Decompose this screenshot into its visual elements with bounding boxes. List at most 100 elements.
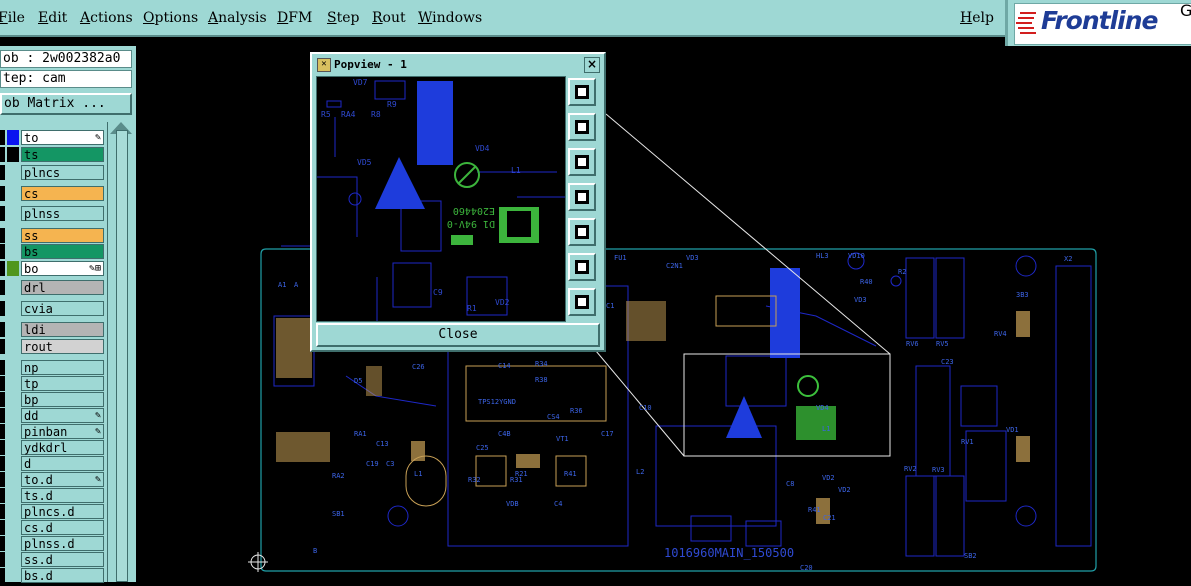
layer-affected-toggle[interactable] (0, 472, 5, 487)
layer-affected-toggle[interactable] (0, 261, 5, 276)
menu-options[interactable]: Options (143, 10, 198, 26)
job-matrix-button[interactable]: ob Matrix ... (0, 93, 132, 115)
layer-affected-toggle[interactable] (0, 408, 5, 423)
menu-windows[interactable]: Windows (418, 10, 482, 26)
pan-left-tool[interactable] (568, 183, 596, 211)
layer-affected-toggle[interactable] (0, 301, 5, 316)
layer-scrollbar[interactable] (107, 122, 135, 582)
menu-actions[interactable]: Actions (80, 10, 133, 26)
graphic-canvas[interactable]: X2 HL3 VD10 R40 R2 VD3 RV6 RV5 RV4 3B3 C23 VD1 RV1 RV… (136, 46, 1191, 582)
layer-name[interactable]: ts.d (21, 488, 104, 503)
pan-right-tool[interactable] (568, 218, 596, 246)
layer-affected-toggle[interactable] (0, 147, 5, 162)
popview-close-button[interactable]: Close (316, 323, 600, 347)
layer-row[interactable]: bo ✎⊞ (0, 261, 104, 276)
layer-row[interactable]: plnss.d (0, 536, 104, 551)
layer-affected-toggle[interactable] (0, 440, 5, 455)
layer-name[interactable]: plncs.d (21, 504, 104, 519)
layer-affected-toggle[interactable] (0, 456, 5, 471)
layer-affected-toggle[interactable] (0, 392, 5, 407)
layer-affected-toggle[interactable] (0, 280, 5, 295)
layer-row[interactable]: ldi (0, 322, 104, 337)
layer-row[interactable]: tp (0, 376, 104, 391)
layer-name[interactable]: ss (21, 228, 104, 243)
menu-analysis[interactable]: Analysis (208, 10, 267, 26)
layer-name[interactable]: pinban ✎ (21, 424, 104, 439)
layer-affected-toggle[interactable] (0, 165, 5, 180)
layer-row[interactable]: to.d ✎ (0, 472, 104, 487)
layer-name[interactable]: tp (21, 376, 104, 391)
layer-affected-toggle[interactable] (0, 130, 5, 145)
layer-row[interactable]: to ✎ (0, 130, 104, 145)
scroll-track[interactable] (116, 130, 128, 582)
layer-name[interactable]: bo ✎⊞ (21, 261, 104, 276)
layer-row[interactable]: ts (0, 147, 104, 162)
layer-row[interactable]: plncs.d (0, 504, 104, 519)
zoom-in-tool[interactable] (568, 253, 596, 281)
layer-name[interactable]: to.d ✎ (21, 472, 104, 487)
layer-row[interactable]: drl (0, 280, 104, 295)
zoom-out-tool[interactable] (568, 288, 596, 316)
layer-row[interactable]: ss (0, 228, 104, 243)
layer-affected-toggle[interactable] (0, 504, 5, 519)
layer-name[interactable]: drl (21, 280, 104, 295)
layer-name[interactable]: cs.d (21, 520, 104, 535)
layer-row[interactable]: ss.d (0, 552, 104, 567)
layer-row[interactable]: ts.d (0, 488, 104, 503)
layer-affected-toggle[interactable] (0, 186, 5, 201)
layer-name[interactable]: plnss.d (21, 536, 104, 551)
layer-name[interactable]: ts (21, 147, 104, 162)
window-menu-icon[interactable]: ✕ (317, 58, 331, 72)
layer-color-swatch[interactable] (7, 147, 19, 162)
layer-name[interactable]: ss.d (21, 552, 104, 567)
layer-affected-toggle[interactable] (0, 322, 5, 337)
layer-color-swatch[interactable] (7, 261, 19, 276)
layer-row[interactable]: rout (0, 339, 104, 354)
layer-row[interactable]: dd ✎ (0, 408, 104, 423)
layer-row[interactable]: cs (0, 186, 104, 201)
layer-row[interactable]: bs (0, 244, 104, 259)
layer-color-swatch[interactable] (7, 130, 19, 145)
layer-row[interactable]: plncs (0, 165, 104, 180)
layer-name[interactable]: plnss (21, 206, 104, 221)
popview-zoom-view[interactable]: E204460 D1 94V-0 VD7 R9 R8 RA4 R5 VD4 VD… (316, 76, 566, 322)
layer-row[interactable]: np (0, 360, 104, 375)
pan-up-tool[interactable] (568, 113, 596, 141)
layer-affected-toggle[interactable] (0, 520, 5, 535)
layer-affected-toggle[interactable] (0, 244, 5, 259)
layer-name[interactable]: np (21, 360, 104, 375)
popview-titlebar[interactable]: ✕ Popview - 1 × (314, 56, 602, 73)
layer-affected-toggle[interactable] (0, 552, 5, 567)
menu-edit[interactable]: Edit (38, 10, 67, 26)
layer-row[interactable]: pinban ✎ (0, 424, 104, 439)
layer-row[interactable]: bp (0, 392, 104, 407)
window-close-icon[interactable]: × (584, 57, 600, 73)
layer-affected-toggle[interactable] (0, 424, 5, 439)
layer-row[interactable]: bs.d (0, 568, 104, 583)
menu-dfm[interactable]: DFM (277, 10, 312, 26)
layer-affected-toggle[interactable] (0, 488, 5, 503)
layer-affected-toggle[interactable] (0, 536, 5, 551)
layer-name[interactable]: plncs (21, 165, 104, 180)
layer-row[interactable]: cs.d (0, 520, 104, 535)
zoom-fit-tool[interactable] (568, 78, 596, 106)
layer-name[interactable]: cs (21, 186, 104, 201)
layer-affected-toggle[interactable] (0, 568, 5, 583)
layer-name[interactable]: bs (21, 244, 104, 259)
layer-name[interactable]: bs.d (21, 568, 104, 583)
layer-name[interactable]: ldi (21, 322, 104, 337)
layer-name[interactable]: ydkdrl (21, 440, 104, 455)
menu-step[interactable]: Step (327, 10, 359, 26)
layer-affected-toggle[interactable] (0, 228, 5, 243)
layer-name[interactable]: dd ✎ (21, 408, 104, 423)
layer-name[interactable]: to ✎ (21, 130, 104, 145)
layer-row[interactable]: plnss (0, 206, 104, 221)
pan-down-tool[interactable] (568, 148, 596, 176)
layer-name[interactable]: d (21, 456, 104, 471)
layer-name[interactable]: bp (21, 392, 104, 407)
menu-rout[interactable]: Rout (372, 10, 406, 26)
layer-row[interactable]: ydkdrl (0, 440, 104, 455)
layer-affected-toggle[interactable] (0, 339, 5, 354)
popview-window[interactable]: ✕ Popview - 1 × E204460 D1 94V-0 VD7 R9 … (310, 52, 606, 352)
layer-affected-toggle[interactable] (0, 376, 5, 391)
